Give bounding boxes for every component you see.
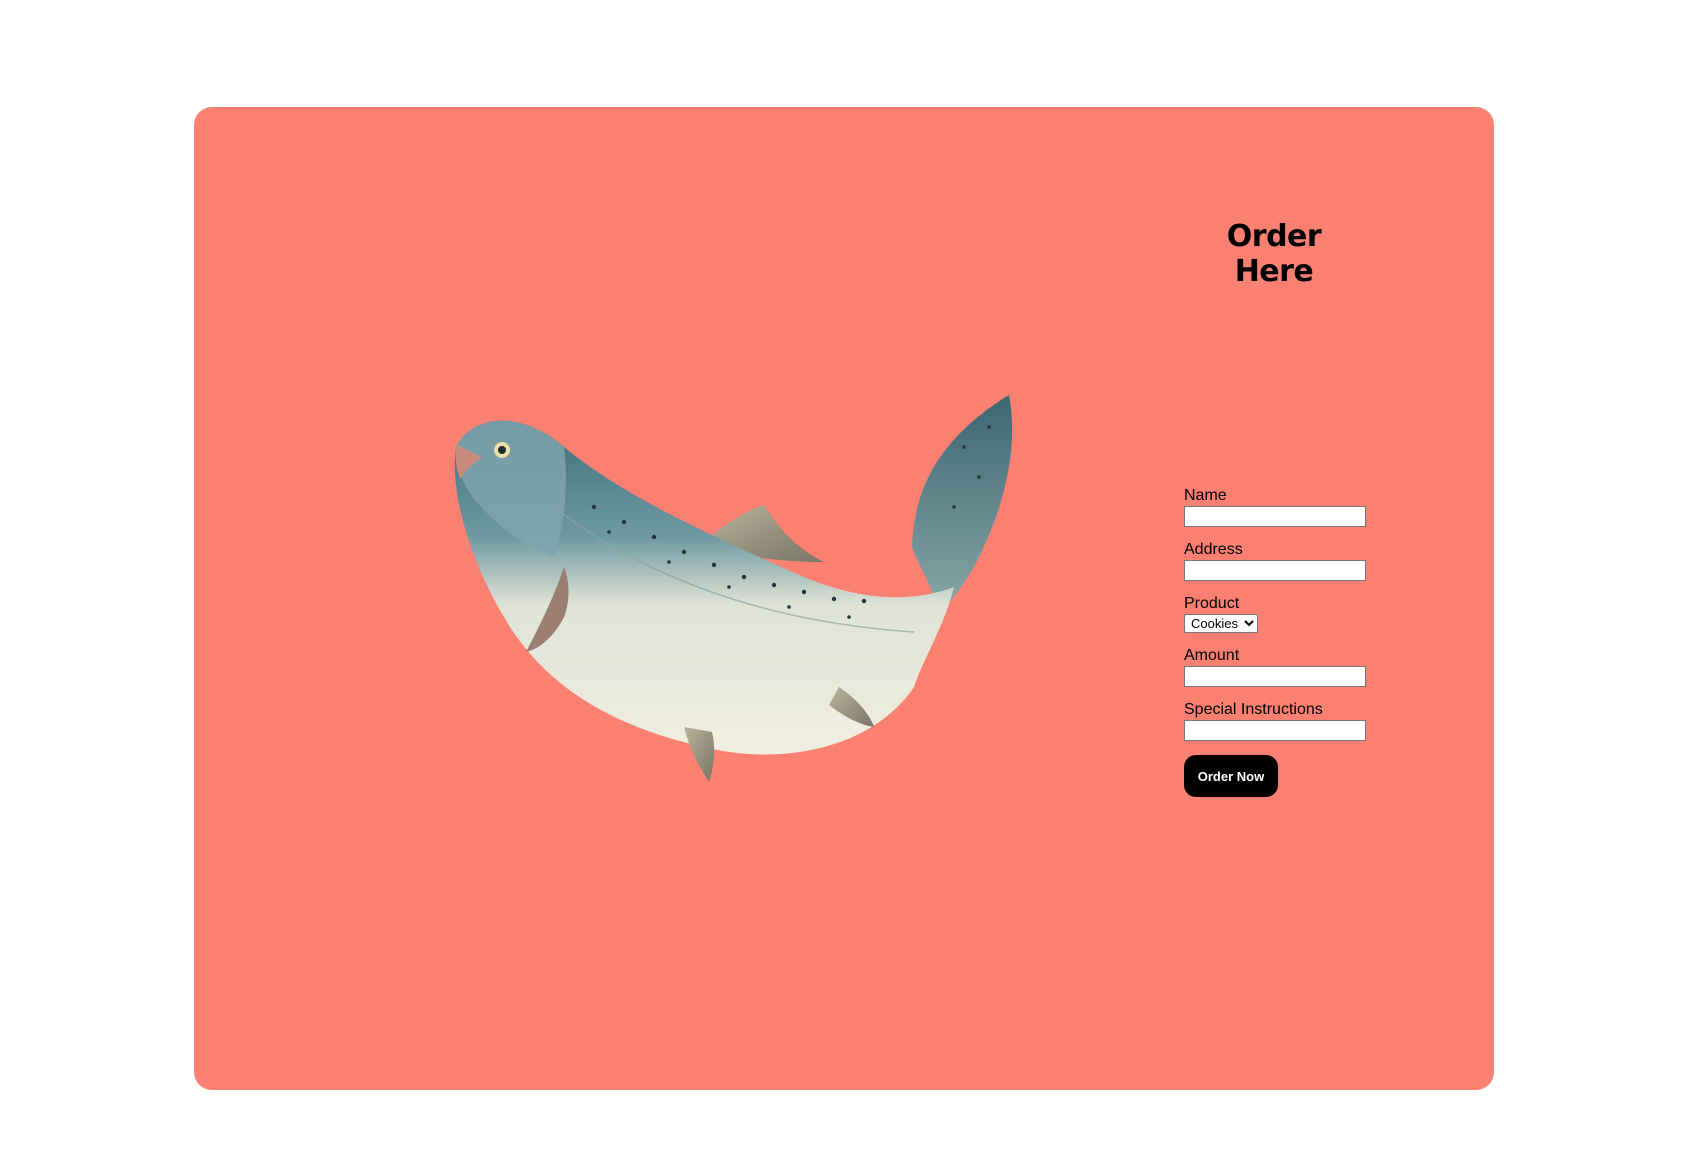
special-instructions-input[interactable] <box>1184 720 1366 741</box>
address-input[interactable] <box>1184 560 1366 581</box>
name-label: Name <box>1184 487 1227 504</box>
name-input[interactable] <box>1184 506 1366 527</box>
product-select[interactable]: Cookies <box>1184 614 1258 633</box>
special-instructions-label: Special Instructions <box>1184 701 1323 718</box>
order-now-button[interactable]: Order Now <box>1184 755 1278 797</box>
order-card: Order Here Name Address Product Cookies … <box>194 107 1494 1090</box>
salmon-fish-illustration <box>454 395 1013 782</box>
page-title: Order Here <box>1226 219 1322 289</box>
address-label: Address <box>1184 541 1243 558</box>
product-label: Product <box>1184 595 1240 612</box>
amount-label: Amount <box>1184 647 1240 664</box>
amount-input[interactable] <box>1184 666 1366 687</box>
